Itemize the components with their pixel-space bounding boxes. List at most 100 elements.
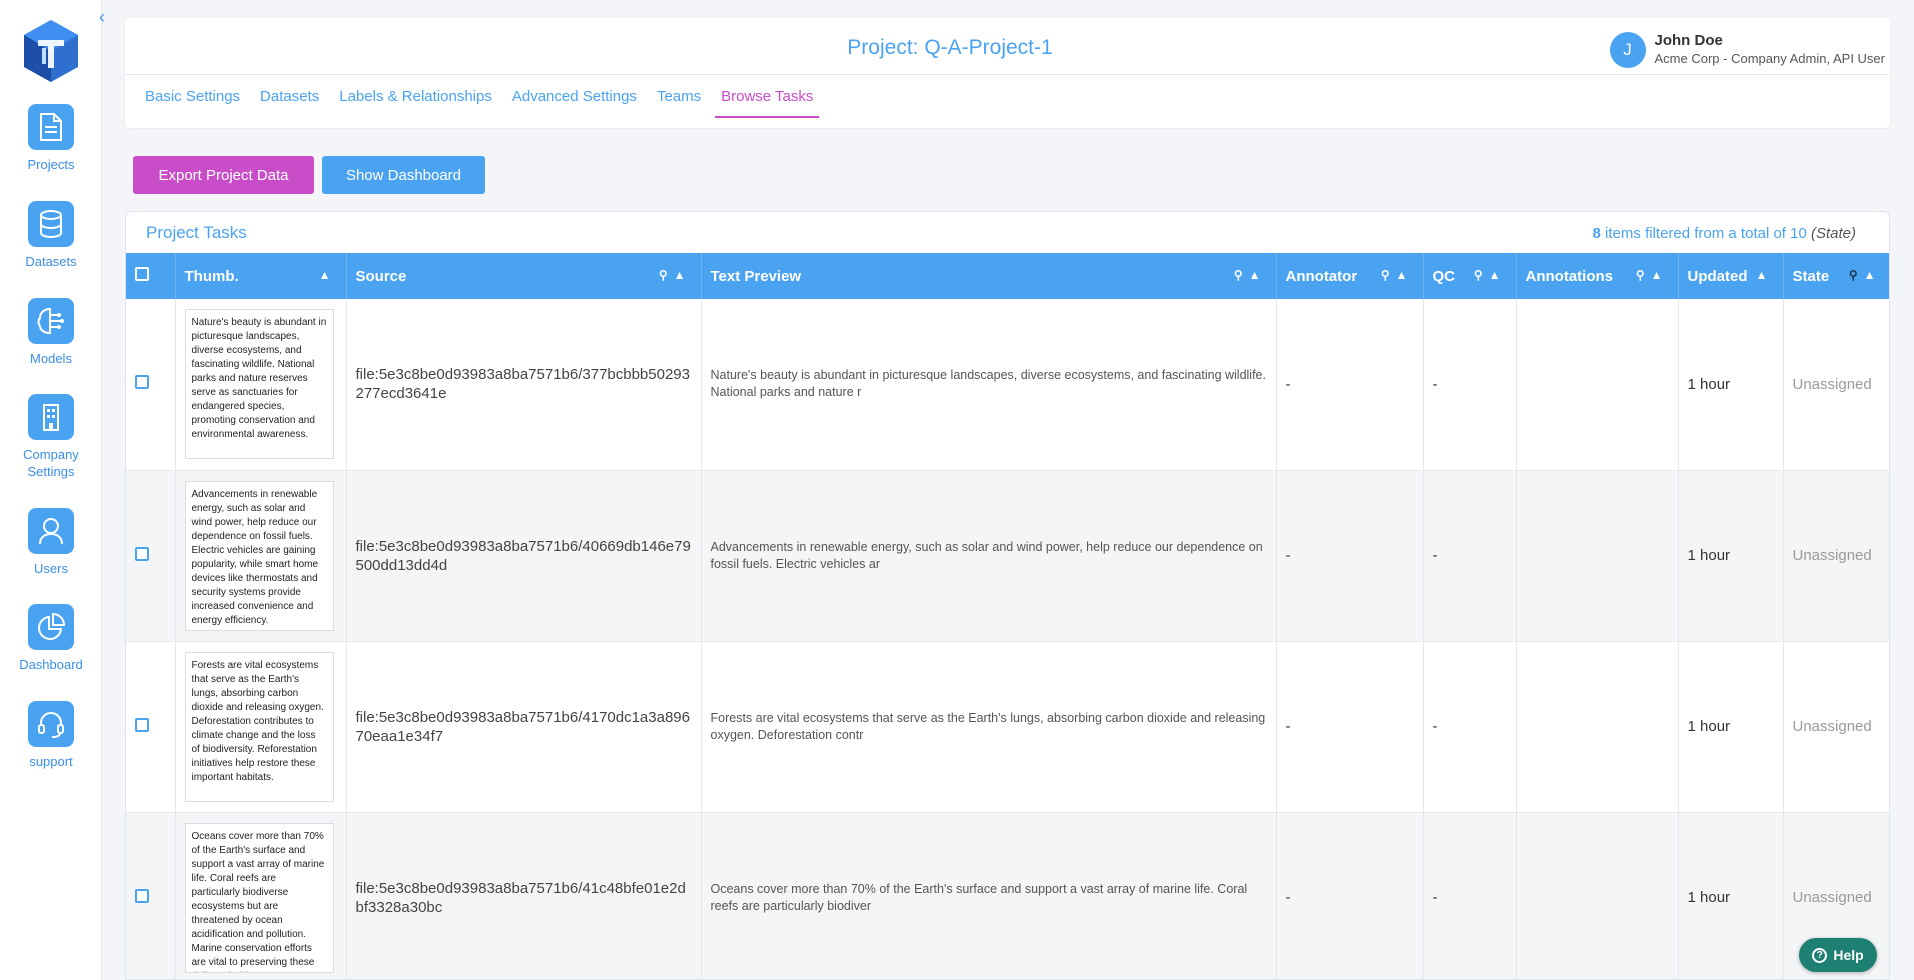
state-cell: Unassigned <box>1783 470 1889 642</box>
row-checkbox[interactable] <box>135 546 149 561</box>
pie-chart-icon <box>28 604 74 650</box>
header-top-bar: Project: Q-A-Project-1 J John Doe Acme C… <box>125 18 1890 75</box>
search-sort-controls[interactable]: ⚲▲ <box>1474 268 1507 282</box>
annotations-cell <box>1516 299 1679 471</box>
updated-cell: 1 hour <box>1678 470 1784 642</box>
sidebar-item-support[interactable]: support <box>0 701 102 770</box>
page-title: Project: Q-A-Project-1 <box>847 36 1053 59</box>
chevron-left-icon[interactable]: ‹ <box>99 8 117 26</box>
search-sort-controls[interactable]: ⚲▲ <box>659 268 692 282</box>
search-sort-controls[interactable]: ⚲▲ <box>1381 268 1414 282</box>
sidebar-item-models[interactable]: Models <box>0 298 102 367</box>
sidebar-item-label: Models <box>30 351 72 366</box>
updated-cell: 1 hour <box>1678 812 1784 979</box>
source-cell: file:5e3c8be0d93983a8ba7571b6/4170dc1a3a… <box>346 641 702 813</box>
search-icon[interactable]: ⚲ <box>659 268 674 282</box>
table-row[interactable]: Forests are vital ecosystems that serve … <box>126 641 1889 813</box>
table-row[interactable]: Nature's beauty is abundant in picturesq… <box>126 299 1889 471</box>
thumb-cell: Oceans cover more than 70% of the Earth'… <box>175 812 347 979</box>
task-thumbnail[interactable]: Nature's beauty is abundant in picturesq… <box>184 309 334 460</box>
annotations-cell <box>1516 812 1679 979</box>
thumb-cell: Advancements in renewable energy, such a… <box>175 470 347 642</box>
tab-advanced-settings[interactable]: Advanced Settings <box>512 88 637 118</box>
row-select-cell <box>126 470 176 642</box>
question-icon: ? <box>1812 947 1828 963</box>
column-label: Source <box>355 267 407 285</box>
tab-labels-relationships[interactable]: Labels & Relationships <box>339 88 492 118</box>
column-header-text-preview[interactable]: Text Preview ⚲▲ <box>701 253 1277 299</box>
annotations-cell <box>1516 641 1679 813</box>
project-tabs: Basic Settings Datasets Labels & Relatio… <box>145 88 839 128</box>
sidebar-item-label: Projects <box>27 157 75 172</box>
sidebar-item-datasets[interactable]: Datasets <box>0 201 102 270</box>
state-cell: Unassigned <box>1783 299 1889 471</box>
column-header-qc[interactable]: QC ⚲▲ <box>1423 253 1517 299</box>
sidebar-label-line: Settings <box>27 464 75 479</box>
table-row[interactable]: Oceans cover more than 70% of the Earth'… <box>126 812 1889 979</box>
row-checkbox[interactable] <box>135 888 149 903</box>
show-dashboard-button[interactable]: Show Dashboard <box>322 156 485 194</box>
panel-title: Project Tasks <box>146 223 247 242</box>
column-header-updated[interactable]: Updated ▲ <box>1678 253 1784 299</box>
project-tasks-panel: Project Tasks 8 items filtered from a to… <box>125 211 1890 980</box>
column-header-state[interactable]: State ⚲▲ <box>1783 253 1889 299</box>
help-button[interactable]: ? Help <box>1799 938 1877 972</box>
user-icon <box>28 508 74 554</box>
search-sort-controls[interactable]: ⚲▲ <box>1636 268 1669 282</box>
search-icon[interactable]: ⚲ <box>1234 268 1249 282</box>
app-logo[interactable] <box>22 18 80 84</box>
sidebar-item-label: Company Settings <box>0 446 102 480</box>
sidebar-item-label: support <box>29 754 73 769</box>
row-checkbox[interactable] <box>135 375 149 390</box>
row-select-cell <box>126 641 176 813</box>
task-thumbnail[interactable]: Advancements in renewable energy, such a… <box>184 480 334 631</box>
column-label: Text Preview <box>710 267 802 285</box>
search-sort-controls[interactable]: ⚲▲ <box>1849 268 1882 282</box>
filtered-count: 8 <box>1592 225 1601 242</box>
tasks-table: Thumb. ▲ Source ⚲▲ Text Preview ⚲▲ Annotato… <box>126 253 1889 979</box>
column-label: Thumb. <box>184 267 239 285</box>
brain-circuit-icon <box>28 298 74 344</box>
qc-cell: - <box>1423 812 1517 979</box>
search-sort-controls[interactable]: ⚲▲ <box>1234 268 1267 282</box>
sidebar-item-company-settings[interactable]: Company Settings <box>0 394 102 480</box>
source-cell: file:5e3c8be0d93983a8ba7571b6/40669db146… <box>346 470 702 642</box>
search-icon[interactable]: ⚲ <box>1474 268 1489 282</box>
task-thumbnail[interactable]: Forests are vital ecosystems that serve … <box>184 651 334 802</box>
thumb-cell: Forests are vital ecosystems that serve … <box>175 641 347 813</box>
export-project-data-button[interactable]: Export Project Data <box>133 156 314 194</box>
source-cell: file:5e3c8be0d93983a8ba7571b6/377bcbbb50… <box>346 299 702 471</box>
text-preview-cell: Nature's beauty is abundant in picturesq… <box>701 299 1277 471</box>
active-filter: (State) <box>1810 225 1856 242</box>
select-all-checkbox[interactable] <box>135 267 149 281</box>
filter-summary-text: items filtered from a total of 10 <box>1600 225 1811 242</box>
text-preview-cell: Forests are vital ecosystems that serve … <box>701 641 1277 813</box>
column-header-annotations[interactable]: Annotations ⚲▲ <box>1516 253 1679 299</box>
column-header-annotator[interactable]: Annotator ⚲▲ <box>1276 253 1424 299</box>
tab-teams[interactable]: Teams <box>657 88 701 118</box>
column-header-source[interactable]: Source ⚲▲ <box>346 253 702 299</box>
row-checkbox[interactable] <box>135 717 149 732</box>
sort-up-icon[interactable]: ▲ <box>1756 268 1774 282</box>
sidebar-item-users[interactable]: Users <box>0 508 102 577</box>
annotator-cell: - <box>1276 812 1424 979</box>
tab-browse-tasks[interactable]: Browse Tasks <box>715 88 820 118</box>
help-label: Help <box>1833 947 1864 963</box>
search-icon[interactable]: ⚲ <box>1849 268 1864 282</box>
table-row[interactable]: Advancements in renewable energy, such a… <box>126 470 1889 642</box>
user-menu[interactable]: J John Doe Acme Corp - Company Admin, AP… <box>1609 30 1885 70</box>
avatar[interactable]: J <box>1609 32 1646 68</box>
column-header-thumb[interactable]: Thumb. ▲ <box>175 253 347 299</box>
qc-cell: - <box>1423 299 1517 471</box>
sidebar-label-line: Company <box>23 447 79 462</box>
table-header-row: Thumb. ▲ Source ⚲▲ Text Preview ⚲▲ Annotato… <box>126 253 1889 299</box>
sidebar-item-dashboard[interactable]: Dashboard <box>0 604 102 673</box>
sidebar-item-projects[interactable]: Projects <box>0 104 102 173</box>
tab-datasets[interactable]: Datasets <box>260 88 319 118</box>
tab-basic-settings[interactable]: Basic Settings <box>145 88 240 118</box>
search-icon[interactable]: ⚲ <box>1381 268 1396 282</box>
task-thumbnail[interactable]: Oceans cover more than 70% of the Earth'… <box>184 822 334 973</box>
user-role: Acme Corp - Company Admin, API User <box>1654 51 1885 66</box>
sort-up-icon[interactable]: ▲ <box>319 268 337 282</box>
search-icon[interactable]: ⚲ <box>1636 268 1651 282</box>
